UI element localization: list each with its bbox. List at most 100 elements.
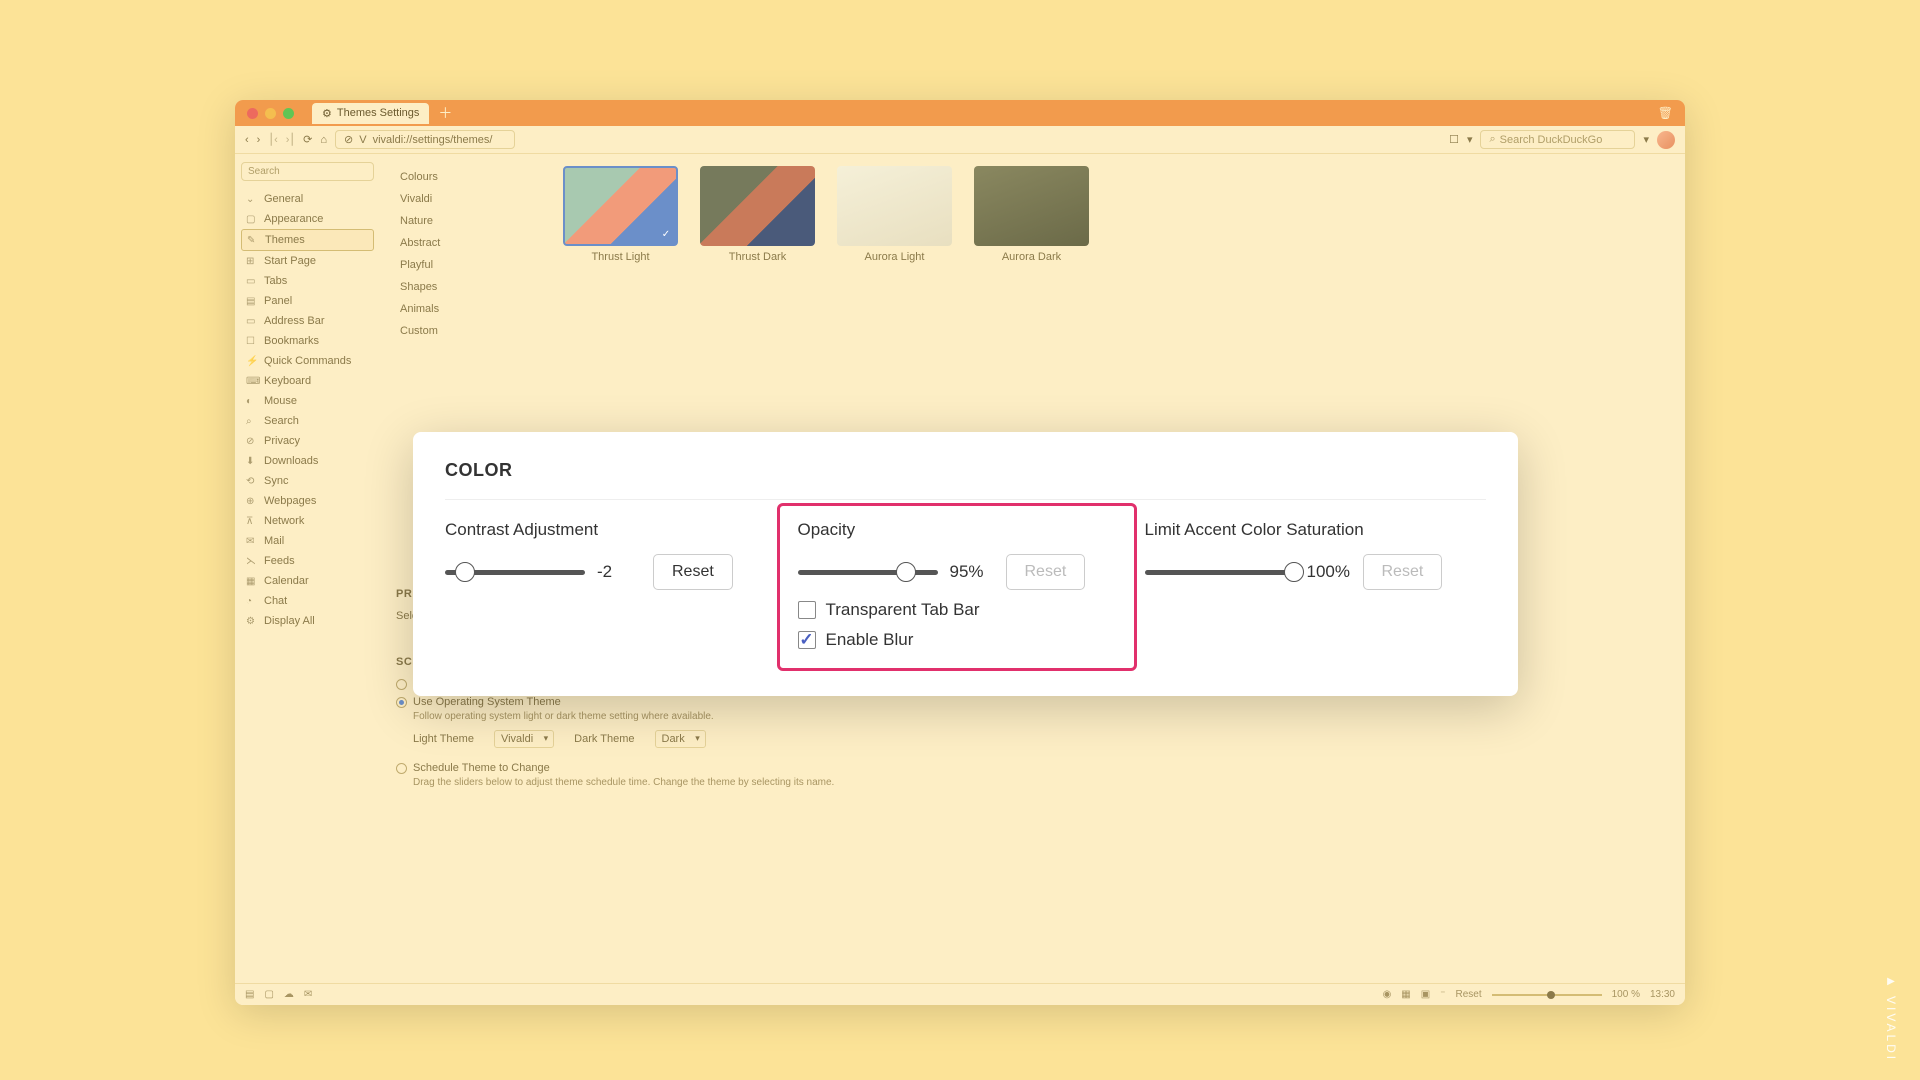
theme-aurora-dark[interactable]: Aurora Dark — [974, 166, 1089, 342]
zoom-slider[interactable] — [1492, 994, 1602, 996]
sidebar-search[interactable]: Search — [241, 162, 374, 181]
sidebar-item-sync[interactable]: ⟲Sync — [241, 471, 374, 491]
saturation-slider[interactable] — [1145, 570, 1295, 575]
radio-os-theme[interactable]: Use Operating System Theme — [396, 696, 1669, 708]
bookmark-icon[interactable]: ☐ — [1449, 133, 1459, 146]
rewind-button[interactable]: ⎮‹ — [268, 133, 277, 146]
url-text: vivaldi://settings/themes/ — [373, 134, 493, 146]
sidebar-item-tabs[interactable]: ▭Tabs — [241, 271, 374, 291]
theme-label: Thrust Dark — [700, 251, 815, 263]
enable-blur-checkbox[interactable]: ✓ Enable Blur — [798, 630, 1116, 650]
radio-schedule-change[interactable]: Schedule Theme to Change — [396, 762, 1669, 774]
category-abstract[interactable]: Abstract — [396, 232, 541, 254]
radio-icon — [396, 763, 407, 774]
category-nature[interactable]: Nature — [396, 210, 541, 232]
sidebar-item-feeds[interactable]: ⋋Feeds — [241, 551, 374, 571]
sidebar-item-quick-commands[interactable]: ⚡Quick Commands — [241, 351, 374, 371]
avatar[interactable] — [1657, 131, 1675, 149]
sidebar-item-start-page[interactable]: ⊞Start Page — [241, 251, 374, 271]
sidebar-item-network[interactable]: ⊼Network — [241, 511, 374, 531]
tab-themes-settings[interactable]: ⚙ Themes Settings — [312, 103, 429, 124]
sidebar-item-display-all[interactable]: ⚙Display All — [241, 611, 374, 631]
maximize-icon[interactable] — [283, 108, 294, 119]
new-tab-button[interactable]: ＋ — [435, 103, 455, 123]
tiling-icon[interactable]: ▦ — [1401, 989, 1410, 1000]
themes-row: ✓Thrust Light Thrust Dark Aurora LightAuro… — [563, 166, 1089, 342]
dark-theme-select[interactable]: Dark — [655, 730, 706, 748]
category-custom[interactable]: Custom — [396, 320, 541, 342]
cloud-icon[interactable]: ☁ — [284, 989, 294, 1000]
home-button[interactable]: ⌂ — [320, 134, 327, 146]
sidebar-icon: ▦ — [246, 576, 258, 587]
back-button[interactable]: ‹ — [245, 134, 249, 146]
theme-aurora-light[interactable]: Aurora Light — [837, 166, 952, 342]
sidebar-item-label: Privacy — [264, 435, 300, 447]
sidebar-item-bookmarks[interactable]: ☐Bookmarks — [241, 331, 374, 351]
image-icon[interactable]: ▣ — [1421, 989, 1430, 1000]
sidebar-item-panel[interactable]: ▤Panel — [241, 291, 374, 311]
sidebar-item-calendar[interactable]: ▦Calendar — [241, 571, 374, 591]
saturation-reset-button[interactable]: Reset — [1363, 554, 1443, 590]
dropdown-icon[interactable]: ▾ — [1467, 133, 1473, 146]
sidebar-item-label: Webpages — [264, 495, 316, 507]
zoom-value: 100 % — [1612, 989, 1640, 1000]
checkbox-icon: ✓ — [798, 631, 816, 649]
fast-forward-button[interactable]: ›⎮ — [286, 133, 295, 146]
sidebar-item-mouse[interactable]: ◐Mouse — [241, 391, 374, 411]
sidebar-item-label: Mail — [264, 535, 284, 547]
trash-icon[interactable]: 🗑 — [1658, 106, 1673, 120]
sidebar-item-general[interactable]: ⌄General — [241, 189, 374, 209]
sidebar-item-chat[interactable]: ◔Chat — [241, 591, 374, 611]
saturation-label: Limit Accent Color Saturation — [1145, 520, 1467, 540]
forward-button[interactable]: › — [257, 134, 261, 146]
category-colours[interactable]: Colours — [396, 166, 541, 188]
opacity-reset-button[interactable]: Reset — [1006, 554, 1086, 590]
sidebar-item-keyboard[interactable]: ⌨Keyboard — [241, 371, 374, 391]
category-animals[interactable]: Animals — [396, 298, 541, 320]
opacity-slider[interactable] — [798, 570, 938, 575]
camera-icon[interactable]: ◉ — [1383, 989, 1392, 1000]
radio-icon — [396, 697, 407, 708]
transparent-tabbar-checkbox[interactable]: Transparent Tab Bar — [798, 600, 1116, 620]
sidebar-item-privacy[interactable]: ⊘Privacy — [241, 431, 374, 451]
contrast-slider[interactable] — [445, 570, 585, 575]
theme-thrust-light[interactable]: ✓Thrust Light — [563, 166, 678, 342]
sidebar-icon: ⊞ — [246, 256, 258, 267]
light-theme-select[interactable]: Vivaldi — [494, 730, 554, 748]
reload-button[interactable]: ⟳ — [303, 133, 312, 146]
mail-icon[interactable]: ✉ — [304, 989, 312, 1000]
address-field[interactable]: ⊘ V vivaldi://settings/themes/ — [335, 130, 515, 149]
close-icon[interactable] — [247, 108, 258, 119]
zoom-out-icon[interactable]: ⁻ — [1440, 989, 1445, 1000]
titlebar: ⚙ Themes Settings ＋ 🗑 — [235, 100, 1685, 126]
category-playful[interactable]: Playful — [396, 254, 541, 276]
zoom-reset[interactable]: Reset — [1455, 989, 1481, 1000]
panel-toggle-icon[interactable]: ▤ — [245, 989, 254, 1000]
light-theme-label: Light Theme — [413, 733, 474, 745]
sidebar-item-themes[interactable]: ✎Themes — [241, 229, 374, 251]
minimize-icon[interactable] — [265, 108, 276, 119]
chevron-down-icon[interactable]: ▾ — [1643, 133, 1649, 146]
sidebar-icon: ⊕ — [246, 496, 258, 507]
sidebar-item-label: Quick Commands — [264, 355, 351, 367]
sidebar-item-appearance[interactable]: ▢Appearance — [241, 209, 374, 229]
sidebar-icon: ▭ — [246, 276, 258, 287]
category-vivaldi[interactable]: Vivaldi — [396, 188, 541, 210]
contrast-reset-button[interactable]: Reset — [653, 554, 733, 590]
clock: 13:30 — [1650, 989, 1675, 1000]
sidebar-icon: ⋋ — [246, 556, 258, 567]
screenshot-icon[interactable]: ▢ — [264, 989, 273, 1000]
sidebar-item-webpages[interactable]: ⊕ Webpages — [241, 491, 374, 511]
sidebar-item-label: Themes — [265, 234, 305, 246]
search-input[interactable]: ⌕ Search DuckDuckGo — [1480, 130, 1635, 149]
sidebar-item-address-bar[interactable]: ▭Address Bar — [241, 311, 374, 331]
sidebar-icon: ▢ — [246, 214, 258, 225]
sidebar-item-mail[interactable]: ✉Mail — [241, 531, 374, 551]
sidebar-item-downloads[interactable]: ⬇Downloads — [241, 451, 374, 471]
sidebar-icon: ⌨ — [246, 376, 258, 387]
sidebar-item-search[interactable]: ⌕Search — [241, 411, 374, 431]
divider — [445, 499, 1486, 500]
theme-thrust-dark[interactable]: Thrust Dark — [700, 166, 815, 342]
sidebar-icon: ☐ — [246, 336, 258, 347]
category-shapes[interactable]: Shapes — [396, 276, 541, 298]
